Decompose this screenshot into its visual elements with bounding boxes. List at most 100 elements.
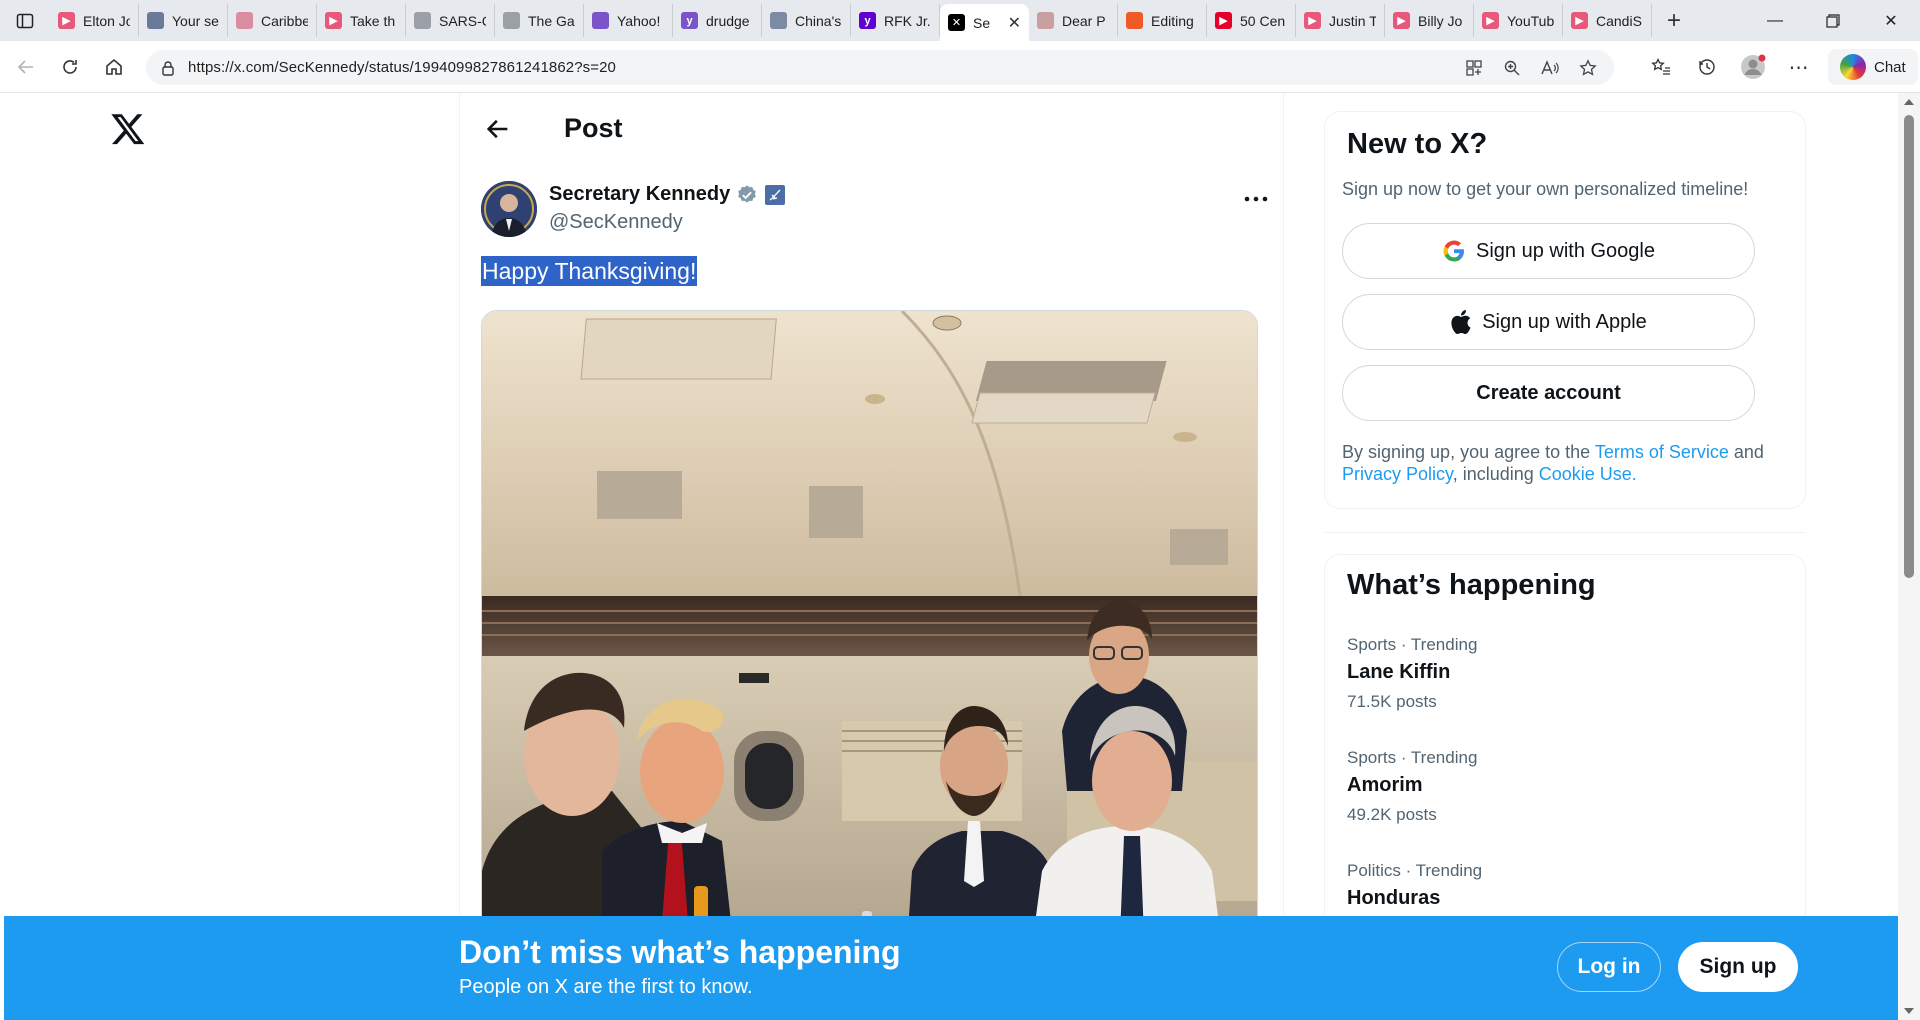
restore-icon	[1826, 13, 1840, 28]
apps-icon	[1466, 59, 1482, 76]
close-icon: ✕	[1884, 12, 1898, 30]
read-aloud-button[interactable]	[1538, 56, 1562, 80]
browser-tab[interactable]: SARS-C	[406, 4, 495, 37]
new-tab-button[interactable]: +	[1652, 0, 1696, 41]
scrollbar-thumb[interactable]	[1904, 115, 1914, 578]
tab-title: Justin T	[1329, 12, 1376, 29]
browser-tab[interactable]: ▶ Take th	[317, 4, 406, 37]
tab-actions-button[interactable]	[0, 0, 50, 41]
create-account-button[interactable]: Create account	[1342, 365, 1755, 421]
tab-close-icon[interactable]: ✕	[1004, 13, 1021, 33]
lock-icon	[162, 60, 174, 76]
plus-icon: +	[1666, 6, 1681, 34]
browser-toolbar: https://x.com/SecKennedy/status/19940998…	[0, 41, 1920, 93]
browser-tab[interactable]: ▶ Elton Jo	[50, 4, 139, 37]
trend-topic: Amorim	[1347, 774, 1423, 796]
browser-tab[interactable]: The Ga	[495, 4, 584, 37]
youtube-icon: ▶	[58, 12, 75, 29]
login-label: Log in	[1577, 955, 1641, 978]
browser-tab[interactable]: Editing	[1118, 4, 1207, 37]
author-name-row: Secretary Kennedy	[549, 183, 786, 206]
browser-tab[interactable]: Yahoo!	[584, 4, 673, 37]
chat-label: Chat	[1874, 58, 1906, 76]
browser-tab[interactable]: ▶ Justin T	[1296, 4, 1385, 37]
yahoo-icon: y	[681, 12, 698, 29]
terms-including: , including	[1452, 464, 1539, 484]
author-handle[interactable]: @SecKennedy	[549, 211, 683, 234]
terms-of-service-link[interactable]: Terms of Service	[1595, 442, 1729, 462]
home-button[interactable]	[92, 47, 136, 87]
signup-google-button[interactable]: Sign up with Google	[1342, 223, 1755, 279]
substack-icon	[1126, 12, 1143, 29]
close-window-button[interactable]: ✕	[1862, 0, 1920, 41]
restore-button[interactable]	[1804, 0, 1862, 41]
tab-title: 50 Cen	[1240, 12, 1286, 29]
minimize-button[interactable]: —	[1746, 0, 1804, 41]
banner-subline: People on X are the first to know.	[459, 976, 753, 998]
browser-tab[interactable]: ▶ CandiS	[1563, 4, 1652, 37]
app-available-button[interactable]	[1462, 56, 1486, 80]
cookie-use-link[interactable]: Cookie Use.	[1539, 464, 1637, 484]
favorites-button[interactable]	[1640, 47, 1682, 87]
trend-item[interactable]: Sports · Trending Lane Kiffin 71.5K post…	[1347, 635, 1787, 712]
browser-tab[interactable]: ▶ Billy Jo	[1385, 4, 1474, 37]
browser-tab[interactable]: ▶ YouTub	[1474, 4, 1563, 37]
copilot-icon	[1840, 54, 1866, 80]
back-button[interactable]	[484, 115, 512, 143]
more-menu-button[interactable]: ⋯	[1778, 47, 1820, 87]
signup-card-title: New to X?	[1347, 128, 1488, 160]
signup-apple-button[interactable]: Sign up with Apple	[1342, 294, 1755, 350]
privacy-policy-link[interactable]: Privacy Policy	[1342, 464, 1453, 484]
post-text: Happy Thanksgiving!	[481, 256, 698, 286]
browser-tab-active[interactable]: ✕ Se ✕	[940, 4, 1029, 41]
signup-card: New to X? Sign up now to get your own pe…	[1324, 111, 1806, 509]
browser-tab[interactable]: ▶ 50 Cen	[1207, 4, 1296, 37]
browser-tab[interactable]: Caribbe	[228, 4, 317, 37]
google-icon	[1443, 240, 1464, 262]
page-icon	[503, 12, 520, 29]
browser-tab[interactable]: Dear P	[1029, 4, 1118, 37]
trend-item[interactable]: Politics · Trending Honduras	[1347, 861, 1787, 910]
scroll-down-arrow-icon[interactable]	[1904, 1008, 1914, 1014]
back-nav-button[interactable]	[4, 47, 48, 87]
favorite-button[interactable]	[1576, 56, 1600, 80]
refresh-icon	[63, 59, 77, 74]
profile-button[interactable]	[1732, 47, 1774, 87]
window-controls: — ✕	[1746, 0, 1920, 41]
signup-button[interactable]: Sign up	[1678, 942, 1798, 992]
post-more-button[interactable]	[1241, 189, 1271, 209]
post-photo[interactable]	[481, 310, 1258, 1020]
zoom-button[interactable]	[1500, 56, 1524, 80]
browser-tab[interactable]: y drudge	[673, 4, 762, 37]
web-page: Post Secretary Kennedy @SecKennedy Happy…	[4, 93, 1898, 1020]
history-button[interactable]	[1686, 47, 1728, 87]
address-bar[interactable]: https://x.com/SecKennedy/status/19940998…	[146, 50, 1614, 85]
tab-title: CandiS	[1596, 12, 1642, 29]
sidebar-divider	[1324, 532, 1806, 533]
primary-column: Post Secretary Kennedy @SecKennedy Happy…	[459, 93, 1284, 1020]
youtube-icon: ▶	[1215, 12, 1232, 29]
url-text[interactable]: https://x.com/SecKennedy/status/19940998…	[188, 59, 616, 76]
browser-tab[interactable]: Your se	[139, 4, 228, 37]
refresh-button[interactable]	[48, 47, 92, 87]
post-header: Post	[460, 93, 1285, 165]
login-button[interactable]: Log in	[1557, 942, 1661, 992]
author-avatar[interactable]	[481, 181, 537, 237]
youtube-icon: ▶	[1304, 12, 1321, 29]
tab-title: The Ga	[528, 12, 575, 29]
signup-apple-label: Sign up with Apple	[1482, 310, 1647, 333]
browser-tab[interactable]: y RFK Jr.	[851, 4, 940, 37]
author-name[interactable]: Secretary Kennedy	[549, 183, 730, 206]
browser-tab[interactable]: China's	[762, 4, 851, 37]
yahoo-icon: y	[859, 12, 876, 29]
history-icon	[1699, 59, 1715, 75]
youtube-icon: ▶	[1482, 12, 1499, 29]
trend-item[interactable]: Sports · Trending Amorim 49.2K posts	[1347, 748, 1787, 825]
copilot-chat-button[interactable]: Chat	[1828, 49, 1918, 85]
scroll-up-arrow-icon[interactable]	[1904, 99, 1914, 105]
page-scrollbar[interactable]	[1898, 93, 1920, 1020]
banner-headline: Don’t miss what’s happening	[459, 934, 901, 970]
x-logo[interactable]	[110, 111, 146, 147]
terms-and: and	[1728, 442, 1764, 462]
youtube-icon: ▶	[1571, 12, 1588, 29]
